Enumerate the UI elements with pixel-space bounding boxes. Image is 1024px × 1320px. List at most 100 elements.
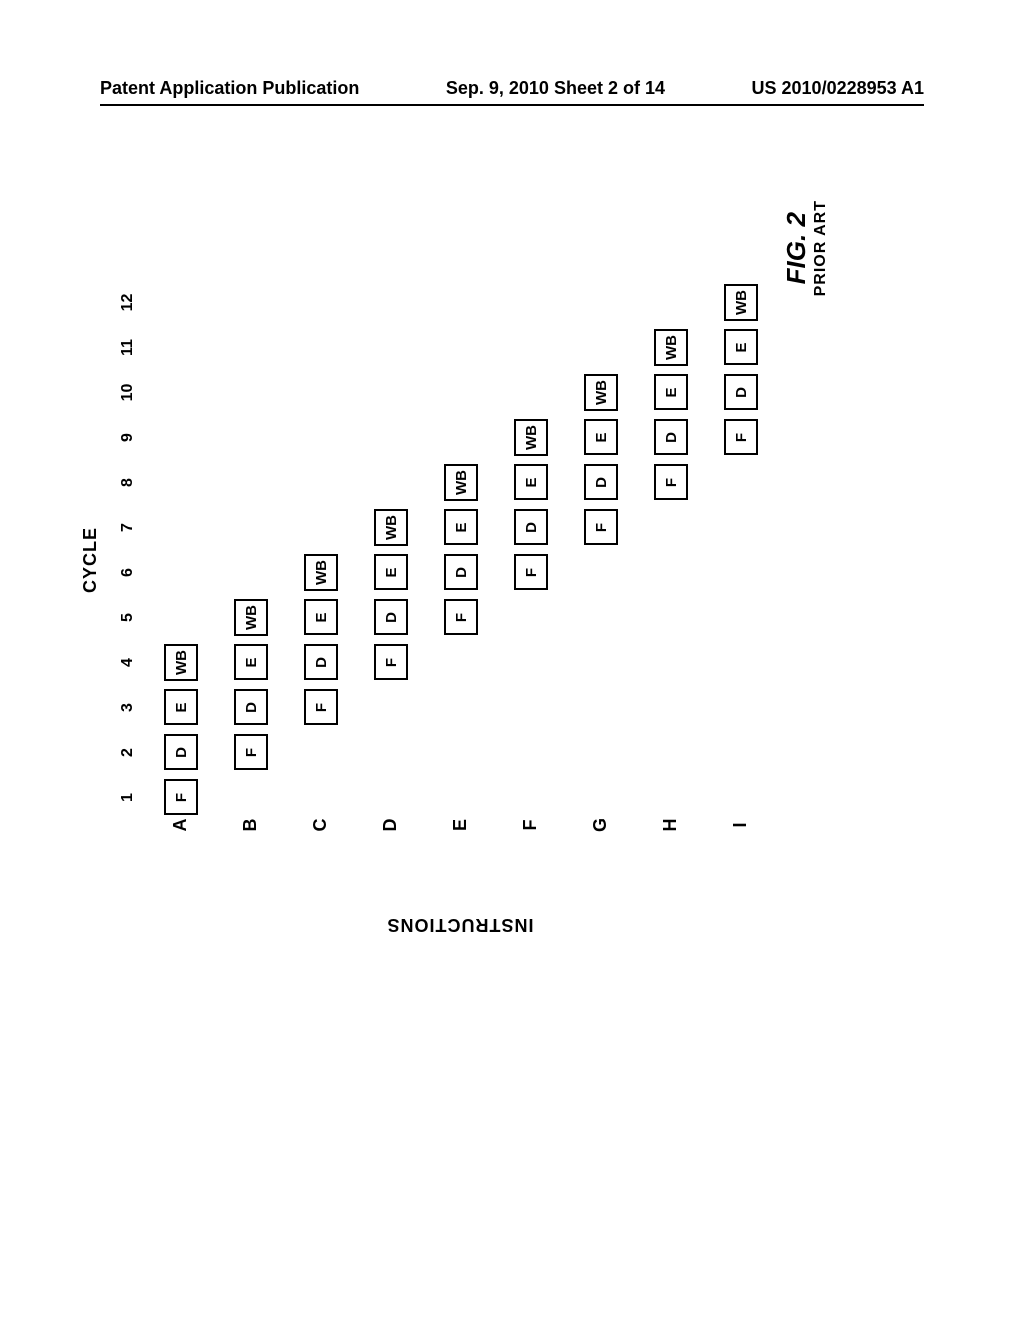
stage-box: WB <box>514 419 548 456</box>
pipeline-cell: WB <box>583 370 619 415</box>
pipeline-cell <box>373 370 409 415</box>
instruction-label: B <box>240 810 261 840</box>
stage-box: E <box>584 420 618 456</box>
pipeline-cell <box>373 325 409 370</box>
pipeline-cell: F <box>443 595 479 640</box>
pipeline-cell <box>163 595 199 640</box>
pipeline-cell <box>583 595 619 640</box>
instruction-label: E <box>450 810 471 840</box>
stage-box: E <box>514 465 548 501</box>
cycle-header: 12 <box>110 280 146 325</box>
pipeline-cell: WB <box>513 415 549 460</box>
pipeline-cell <box>303 730 339 775</box>
stage-box: D <box>584 465 618 501</box>
pipeline-cell <box>163 460 199 505</box>
stage-box: E <box>444 510 478 546</box>
pipeline-cell <box>513 730 549 775</box>
stage-box: F <box>724 420 758 456</box>
instruction-row: FDEWB <box>286 280 356 820</box>
pipeline-cell <box>163 280 199 325</box>
pipeline-cell: E <box>723 325 759 370</box>
pipeline-cell: WB <box>723 280 759 325</box>
stage-box: D <box>234 690 268 726</box>
pipeline-cell: F <box>233 730 269 775</box>
pipeline-cell: F <box>513 550 549 595</box>
stage-box: E <box>724 330 758 366</box>
pipeline-cell <box>303 505 339 550</box>
stage-box: D <box>444 555 478 591</box>
pipeline-cell: E <box>653 370 689 415</box>
stage-box: E <box>164 690 198 726</box>
header-rule <box>100 104 924 106</box>
pipeline-cell: F <box>373 640 409 685</box>
stage-box: E <box>234 645 268 681</box>
pipeline-cell <box>163 325 199 370</box>
stage-box: F <box>654 465 688 501</box>
instruction-label: G <box>590 810 611 840</box>
stage-box: D <box>514 510 548 546</box>
pipeline-cell <box>303 415 339 460</box>
pipeline-cell <box>723 550 759 595</box>
pipeline-cell: E <box>583 415 619 460</box>
instruction-label: D <box>380 810 401 840</box>
pipeline-cell <box>163 550 199 595</box>
pipeline-cell <box>233 370 269 415</box>
pipeline-cell <box>373 685 409 730</box>
cycle-header: 9 <box>110 415 146 460</box>
figure-caption: FIG. 2 PRIOR ART <box>781 200 830 296</box>
stage-box: D <box>374 600 408 636</box>
pipeline-diagram: CYCLE INSTRUCTIONS 123456789101112AFDEWB… <box>110 260 810 860</box>
pipeline-cell <box>723 595 759 640</box>
stage-box: E <box>654 375 688 411</box>
pipeline-cell <box>233 280 269 325</box>
cycle-header: 6 <box>110 550 146 595</box>
stage-box: F <box>584 510 618 546</box>
pipeline-cell: D <box>653 415 689 460</box>
instruction-label: F <box>520 810 541 840</box>
pipeline-cell <box>513 595 549 640</box>
figure-subcaption: PRIOR ART <box>812 200 830 296</box>
pipeline-cell: WB <box>443 460 479 505</box>
cycle-header: 4 <box>110 640 146 685</box>
pipeline-cell <box>723 685 759 730</box>
pipeline-cell <box>653 730 689 775</box>
stage-box: E <box>304 600 338 636</box>
stage-box: WB <box>444 464 478 501</box>
pipeline-cell <box>443 325 479 370</box>
pipeline-cell <box>653 640 689 685</box>
stage-box: WB <box>654 329 688 366</box>
stage-box: F <box>514 555 548 591</box>
pipeline-cell: E <box>233 640 269 685</box>
pipeline-cell: D <box>303 640 339 685</box>
instruction-row: FDEWB <box>356 280 426 820</box>
pipeline-cell <box>233 550 269 595</box>
pipeline-cell: D <box>723 370 759 415</box>
stage-box: D <box>724 375 758 411</box>
header-center: Sep. 9, 2010 Sheet 2 of 14 <box>446 78 665 99</box>
stage-box: D <box>304 645 338 681</box>
pipeline-cell <box>513 640 549 685</box>
instruction-label: I <box>730 810 751 840</box>
instruction-row: FDE WB <box>566 280 636 820</box>
pipeline-cell <box>513 325 549 370</box>
pipeline-cell <box>163 415 199 460</box>
pipeline-cell: E <box>163 685 199 730</box>
pipeline-cell <box>233 415 269 460</box>
pipeline-cell <box>303 370 339 415</box>
pipeline-cell: D <box>163 730 199 775</box>
pipeline-cell <box>443 415 479 460</box>
pipeline-cell <box>653 550 689 595</box>
instruction-label: C <box>310 810 331 840</box>
x-axis-label: CYCLE <box>80 260 101 860</box>
pipeline-cell: WB <box>373 505 409 550</box>
pipeline-cell <box>233 460 269 505</box>
cycle-header: 11 <box>110 325 146 370</box>
cycle-header: 2 <box>110 730 146 775</box>
pipeline-cell <box>653 280 689 325</box>
pipeline-cell <box>373 730 409 775</box>
pipeline-cell <box>443 685 479 730</box>
pipeline-cell <box>373 415 409 460</box>
pipeline-cell <box>303 325 339 370</box>
pipeline-cell <box>583 640 619 685</box>
pipeline-cell: F <box>723 415 759 460</box>
